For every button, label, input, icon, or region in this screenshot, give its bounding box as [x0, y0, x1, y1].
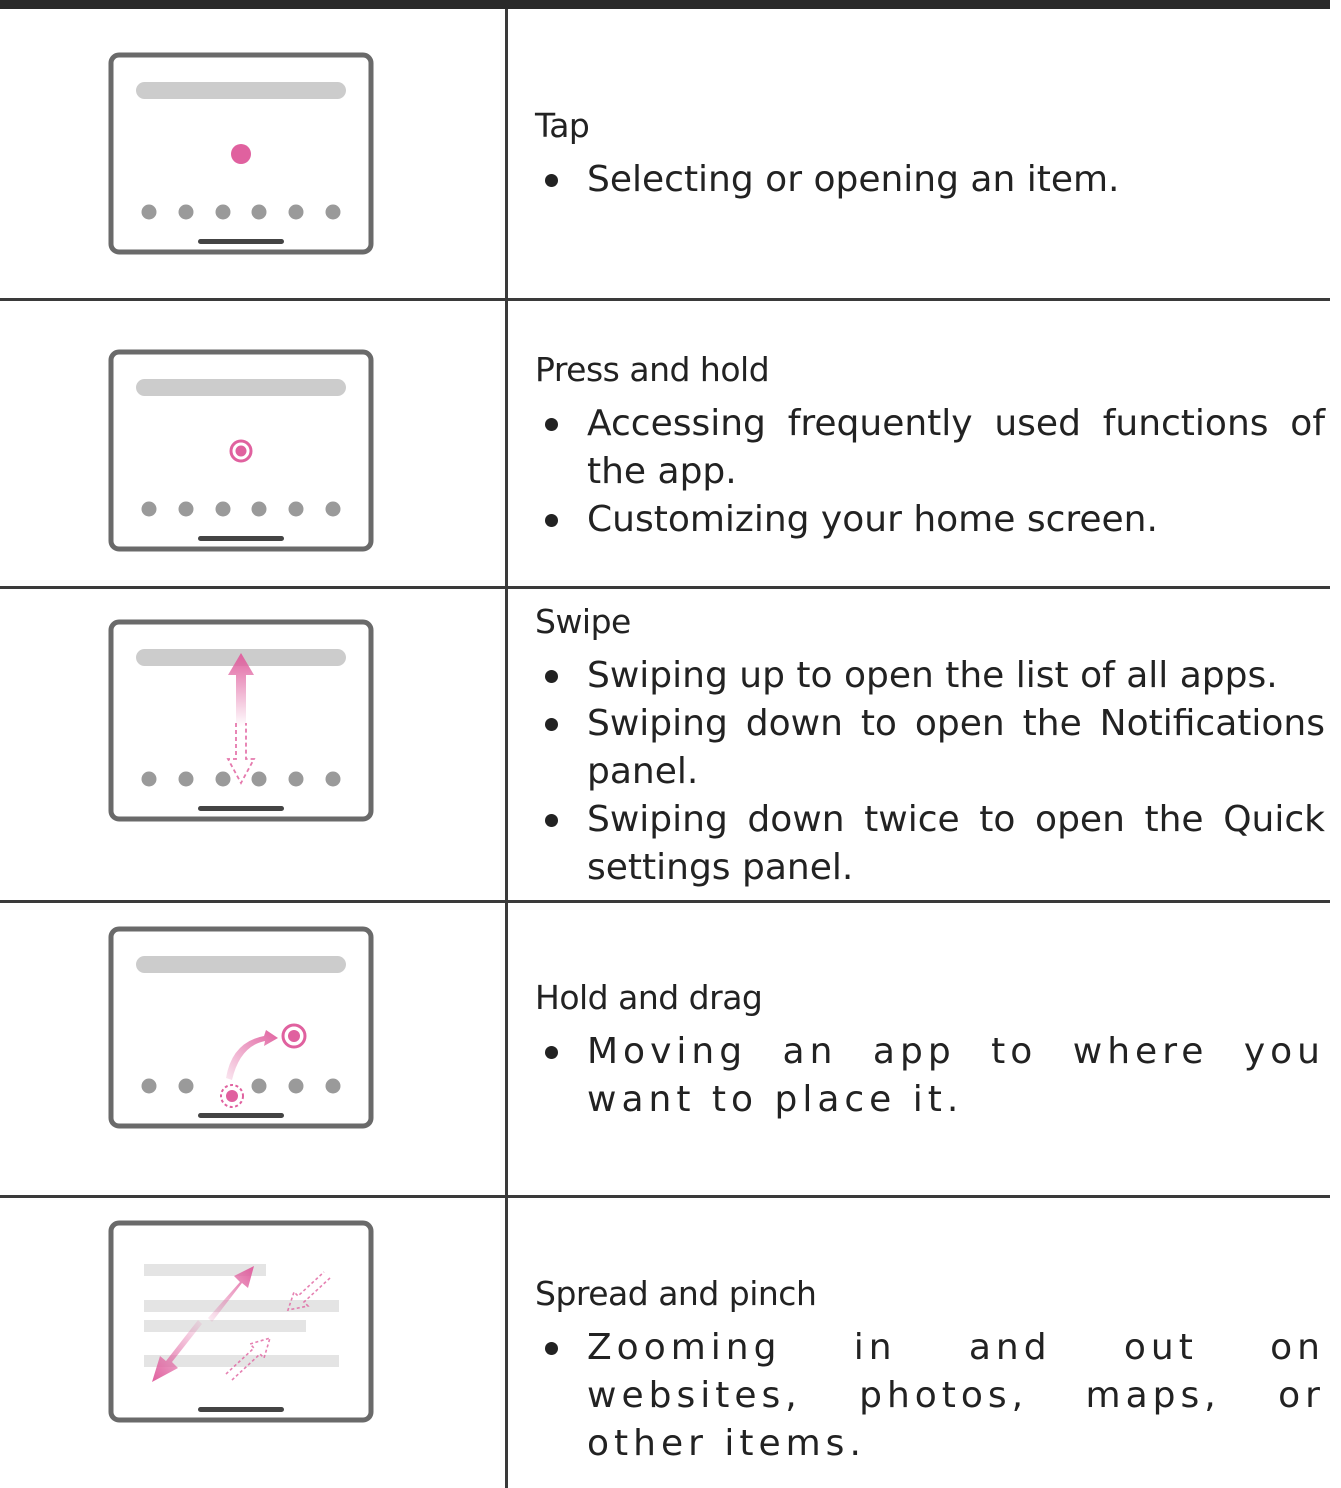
list-item: Swiping down to open the Notifications p… — [535, 700, 1325, 796]
row-divider — [0, 900, 1330, 903]
list-item: Zooming in and out on websites, photos, … — [535, 1324, 1325, 1468]
gesture-title: Spread and pinch — [535, 1274, 817, 1313]
swipe-gesture-icon — [108, 619, 374, 823]
row-swipe: Swipe Swiping up to open the list of all… — [535, 600, 1325, 892]
row-divider — [0, 586, 1330, 589]
gesture-title: Swipe — [535, 602, 631, 641]
gesture-title: Hold and drag — [535, 978, 763, 1017]
list-item: Swiping up to open the list of all apps. — [535, 652, 1325, 700]
row-press-and-hold: Press and hold Accessing frequently used… — [535, 348, 1325, 544]
row-hold-and-drag: Hold and drag Moving an app to where you… — [535, 976, 1325, 1124]
bullet-list: Zooming in and out on websites, photos, … — [535, 1324, 1325, 1468]
gesture-title: Press and hold — [535, 350, 770, 389]
spread-pinch-gesture-icon — [108, 1220, 374, 1424]
bullet-list: Moving an app to where you want to place… — [535, 1028, 1325, 1124]
list-item: Customizing your home screen. — [535, 496, 1325, 544]
row-spread-and-pinch: Spread and pinch Zooming in and out on w… — [535, 1272, 1325, 1468]
row-divider — [0, 298, 1330, 301]
gesture-title: Tap — [535, 106, 590, 145]
list-item: Selecting or opening an item. — [535, 156, 1325, 204]
list-item: Swiping down twice to open the Quick set… — [535, 796, 1325, 892]
press-hold-gesture-icon — [108, 349, 374, 553]
list-item: Accessing frequently used functions of t… — [535, 400, 1325, 496]
list-item: Moving an app to where you want to place… — [535, 1028, 1325, 1124]
bullet-list: Selecting or opening an item. — [535, 156, 1325, 204]
table-top-rule — [0, 0, 1330, 9]
bullet-list: Accessing frequently used functions of t… — [535, 400, 1325, 544]
bullet-list: Swiping up to open the list of all apps.… — [535, 652, 1325, 892]
row-divider — [0, 1195, 1330, 1198]
column-divider — [505, 9, 508, 1488]
row-tap: Tap Selecting or opening an item. — [535, 104, 1325, 204]
hold-drag-gesture-icon — [108, 926, 374, 1130]
tap-gesture-icon — [108, 52, 374, 256]
